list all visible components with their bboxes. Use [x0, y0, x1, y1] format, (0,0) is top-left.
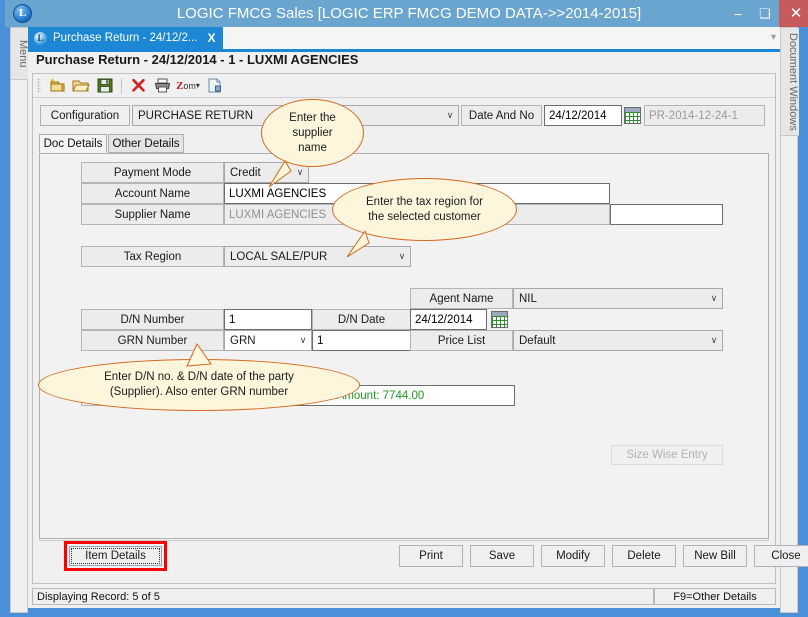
date-and-no-label: Date And No [461, 105, 542, 126]
new-bill-button-label: New Bill [694, 550, 736, 562]
toolbar-grip[interactable] [37, 78, 41, 94]
callout-supplier-name-line-2: supplier [292, 126, 332, 141]
form-panel: Zom▾ Configuration PURCHASE RETURN ∨ Dat… [32, 73, 776, 584]
chevron-down-icon: ∨ [295, 335, 311, 346]
agent-name-select[interactable]: NIL ∨ [513, 288, 723, 309]
tax-region-select[interactable]: LOCAL SALE/PUR ∨ [224, 246, 411, 267]
document-date-input[interactable]: 24/12/2014 [544, 105, 622, 126]
callout-dn-grn-line-1: Enter D/N no. & D/N date of the party [104, 370, 294, 385]
right-rail: Document Windows [780, 27, 798, 613]
title-bar: LOGIC FMCG Sales [LOGIC ERP FMCG DEMO DA… [5, 0, 808, 27]
account-name-label: Account Name [81, 183, 224, 204]
form-toolbar: Zom▾ [33, 74, 775, 98]
size-wise-entry-button[interactable]: Size Wise Entry [611, 445, 723, 465]
chevron-down-icon: ∨ [442, 110, 458, 121]
tab-other-details[interactable]: Other Details [108, 134, 184, 153]
supplier-name-label: Supplier Name [81, 204, 224, 225]
document-tab-label: Purchase Return - 24/12/2... [53, 32, 197, 44]
dn-date-input[interactable]: 24/12/2014 [410, 309, 487, 330]
delete-button[interactable]: Delete [612, 545, 676, 567]
dn-number-input[interactable]: 1 [224, 309, 312, 330]
callout-dn-grn-tail [183, 342, 215, 370]
save-icon[interactable] [94, 76, 116, 96]
price-list-select[interactable]: Default ∨ [513, 330, 723, 351]
status-bar: Displaying Record: 5 of 5 F9=Other Detai… [32, 588, 776, 605]
payment-mode-label: Payment Mode [81, 162, 224, 183]
supplier-extra-input[interactable] [610, 204, 723, 225]
calendar-icon [624, 107, 641, 124]
grn-number-input[interactable]: 1 [312, 330, 411, 351]
document-tab-strip: L Purchase Return - 24/12/2... X ▾ [28, 27, 780, 52]
agent-name-label: Agent Name [410, 288, 513, 309]
callout-supplier-name-tail [267, 159, 297, 191]
size-wise-entry-label: Size Wise Entry [626, 449, 707, 461]
app-logo-icon: L [13, 4, 32, 23]
tax-region-label: Tax Region [81, 246, 224, 267]
close-button[interactable]: Close [754, 545, 808, 567]
tab-doc-details[interactable]: Doc Details [39, 134, 107, 153]
close-window-button[interactable]: ✕ [779, 0, 808, 27]
dn-date-label: D/N Date [312, 309, 411, 330]
menu-rail-tab[interactable]: Menu [11, 28, 29, 80]
document-number-field: PR-2014-12-24-1 [644, 105, 765, 126]
page-title: Purchase Return - 24/12/2014 - 1 - LUXMI… [28, 52, 780, 72]
calendar-icon [491, 311, 508, 328]
window-title: LOGIC FMCG Sales [LOGIC ERP FMCG DEMO DA… [5, 0, 808, 27]
chevron-down-icon: ∨ [706, 293, 722, 304]
callout-supplier-name: Enter the supplier name [261, 99, 364, 167]
new-bill-button[interactable]: New Bill [683, 545, 747, 567]
minimize-button[interactable]: – [724, 0, 752, 27]
grn-type-select[interactable]: GRN ∨ [224, 330, 312, 351]
chevron-down-icon: ∨ [394, 251, 410, 262]
print-button-label: Print [419, 550, 443, 562]
modify-button-label: Modify [556, 550, 590, 562]
callout-tax-region-line-2: the selected customer [368, 210, 481, 225]
document-properties-icon[interactable] [203, 76, 225, 96]
new-document-icon[interactable] [46, 76, 68, 96]
price-list-label: Price List [410, 330, 513, 351]
maximize-button[interactable]: ❑ [751, 0, 779, 27]
dn-number-label: D/N Number [81, 309, 224, 330]
configuration-button[interactable]: Configuration [40, 105, 130, 126]
open-folder-icon[interactable] [70, 76, 92, 96]
close-button-label: Close [771, 550, 800, 562]
callout-tax-region-tail [343, 229, 373, 261]
callout-dn-grn-line-2: (Supplier). Also enter GRN number [110, 385, 288, 400]
left-rail: Menu [10, 27, 28, 613]
chevron-down-icon: ∨ [706, 335, 722, 346]
zoom-icon[interactable]: Zom▾ [175, 76, 201, 96]
calendar-picker-button[interactable] [624, 107, 641, 124]
status-hotkey-text: F9=Other Details [654, 588, 776, 605]
save-button-label: Save [489, 550, 515, 562]
delete-button-label: Delete [627, 550, 660, 562]
document-tab-close-icon[interactable]: X [203, 31, 215, 45]
save-button[interactable]: Save [470, 545, 534, 567]
toolbar-separator [121, 78, 122, 94]
print-button[interactable]: Print [399, 545, 463, 567]
tab-overflow-chevron-down-icon[interactable]: ▾ [771, 32, 776, 43]
application-window: LOGIC FMCG Sales [LOGIC ERP FMCG DEMO DA… [0, 0, 808, 617]
status-record-text: Displaying Record: 5 of 5 [32, 588, 654, 605]
document-area: L Purchase Return - 24/12/2... X ▾ Purch… [28, 27, 780, 608]
price-list-value: Default [519, 335, 706, 347]
document-tab-icon: L [34, 32, 47, 45]
agent-name-value: NIL [519, 293, 706, 305]
document-windows-rail-tab[interactable]: Document Windows [781, 28, 799, 136]
callout-tax-region-line-1: Enter the tax region for [366, 195, 483, 210]
item-details-highlight [64, 541, 167, 571]
dn-date-calendar-button[interactable] [491, 311, 508, 328]
callout-supplier-name-line-3: name [298, 141, 327, 156]
grn-type-value: GRN [230, 335, 295, 347]
print-icon[interactable] [151, 76, 173, 96]
modify-button[interactable]: Modify [541, 545, 605, 567]
document-tab-purchase-return[interactable]: L Purchase Return - 24/12/2... X [28, 27, 223, 49]
delete-icon[interactable] [127, 76, 149, 96]
callout-supplier-name-line-1: Enter the [289, 111, 336, 126]
